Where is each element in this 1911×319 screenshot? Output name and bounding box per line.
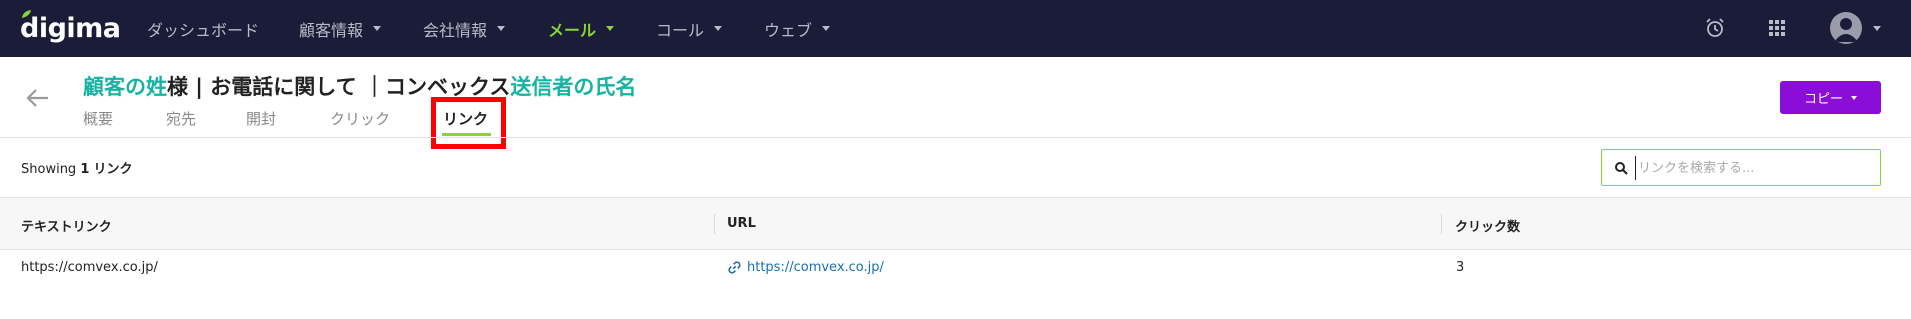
showing-number: 1 xyxy=(80,162,90,177)
title-customer-lastname: 顧客の姓 xyxy=(83,75,167,99)
nav-item-web[interactable]: ウェブ xyxy=(764,0,831,57)
nav-item-label: 顧客情報 xyxy=(299,20,364,40)
user-avatar-icon[interactable] xyxy=(1830,12,1862,44)
nav-item-companies[interactable]: 会社情報 xyxy=(423,0,506,57)
page-title: 顧客の姓様 | お電話に関して ｜コンベックス送信者の氏名 xyxy=(83,71,636,101)
alarm-clock-icon[interactable] xyxy=(1702,15,1728,41)
tab-overview[interactable]: 概要 xyxy=(83,108,113,129)
tab-clicks[interactable]: クリック xyxy=(330,108,390,129)
cell-text-link: https://comvex.co.jp/ xyxy=(21,260,158,275)
apps-grid-icon[interactable] xyxy=(1764,15,1790,41)
chevron-down-icon xyxy=(373,26,382,31)
copy-button[interactable]: コピー xyxy=(1780,81,1881,114)
copy-button-label: コピー xyxy=(1803,92,1843,107)
title-subject: 様 | お電話に関して ｜コンベックス xyxy=(167,75,511,99)
url-link[interactable]: https://comvex.co.jp/ xyxy=(728,260,884,275)
showing-prefix: Showing xyxy=(21,162,77,177)
highlight-box xyxy=(431,97,506,149)
logo-leaf-icon xyxy=(22,10,31,18)
nav-item-call[interactable]: コール xyxy=(656,0,723,57)
column-header-url[interactable]: URL xyxy=(727,216,756,231)
nav-item-label: 会社情報 xyxy=(423,20,488,40)
nav-item-label: ダッシュボード xyxy=(147,20,260,40)
tab-opens[interactable]: 開封 xyxy=(246,108,276,129)
search-icon xyxy=(1615,162,1628,175)
top-navbar: digima ダッシュボード 顧客情報 会社情報 メール コール ウェブ xyxy=(0,0,1911,57)
chevron-down-icon xyxy=(714,26,723,31)
search-box[interactable] xyxy=(1601,149,1881,186)
nav-item-label: メール xyxy=(548,20,597,40)
nav-item-customers[interactable]: 顧客情報 xyxy=(299,0,382,57)
chevron-down-icon xyxy=(497,26,506,31)
column-separator xyxy=(714,214,715,234)
chevron-down-icon[interactable] xyxy=(1873,26,1881,31)
column-separator xyxy=(1441,214,1442,234)
search-input[interactable] xyxy=(1635,156,1870,180)
header-divider xyxy=(0,137,1911,138)
chevron-down-icon xyxy=(1851,95,1857,100)
back-arrow-icon[interactable] xyxy=(24,84,52,112)
column-header-text-link[interactable]: テキストリンク xyxy=(21,216,112,235)
showing-suffix: リンク xyxy=(93,162,133,177)
digima-logo[interactable]: digima xyxy=(20,10,121,44)
link-icon xyxy=(728,261,741,274)
nav-item-label: ウェブ xyxy=(764,20,813,40)
chevron-down-icon xyxy=(606,26,615,31)
nav-item-dashboard[interactable]: ダッシュボード xyxy=(147,0,259,57)
logo-text: digima xyxy=(20,12,121,44)
table-header: テキストリンク URL クリック数 xyxy=(0,197,1911,250)
title-sender-name: 送信者の氏名 xyxy=(510,75,637,99)
nav-item-label: コール xyxy=(656,20,705,40)
tab-recipients[interactable]: 宛先 xyxy=(166,108,196,129)
cell-click-count: 3 xyxy=(1456,260,1465,275)
column-header-clicks[interactable]: クリック数 xyxy=(1455,216,1520,235)
url-link-text: https://comvex.co.jp/ xyxy=(747,260,884,275)
nav-item-mail[interactable]: メール xyxy=(548,0,615,57)
chevron-down-icon xyxy=(822,26,831,31)
showing-count: Showing 1 リンク xyxy=(21,158,133,177)
